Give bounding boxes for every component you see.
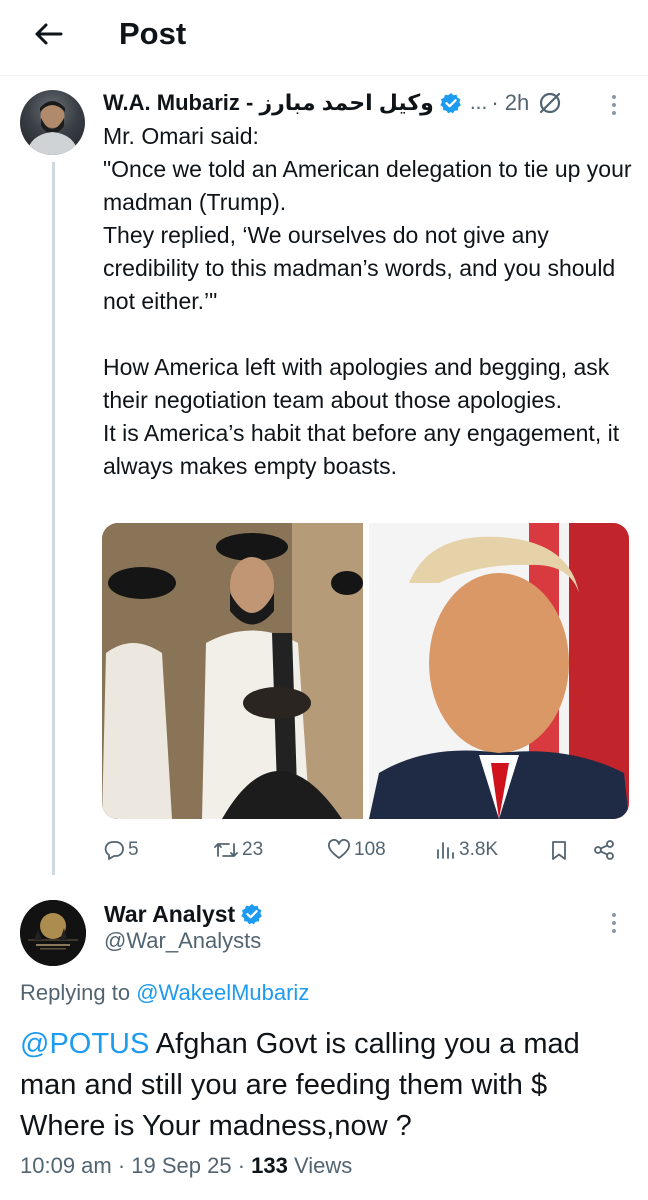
replying-to-label: Replying to: [20, 980, 131, 1005]
reply-count: 5: [128, 839, 139, 860]
top-bar: Post: [0, 0, 648, 76]
avatar[interactable]: [20, 90, 85, 155]
media-photo-portrait[interactable]: [369, 523, 629, 819]
tweet-time[interactable]: · 2h: [491, 90, 529, 116]
tweet-line: Mr. Omari said:: [103, 123, 259, 149]
reply-body: @POTUS Afghan Govt is calling you a mad …: [20, 1024, 630, 1147]
tweet-line: They replied, ‘We ourselves do not give …: [103, 222, 622, 314]
bookmark-icon: [552, 841, 566, 860]
portrait-photo-image: [369, 523, 629, 819]
media-photo-group[interactable]: [102, 523, 363, 819]
mention-link[interactable]: @POTUS: [20, 1028, 149, 1060]
replying-to: Replying to @WakeelMubariz: [20, 980, 309, 1006]
views-button[interactable]: 3.8K: [434, 832, 498, 868]
repost-count: 23: [242, 839, 264, 860]
reply-button[interactable]: 5: [103, 832, 139, 868]
person-portrait-icon: [26, 101, 79, 155]
views-count: 3.8K: [459, 839, 499, 860]
more-options-icon[interactable]: [606, 910, 622, 936]
tweet-line: It is America’s habit that before any en…: [103, 420, 626, 479]
reply-views-label: Views: [294, 1153, 353, 1178]
thread-connector-line: [52, 162, 55, 875]
share-button[interactable]: [592, 832, 616, 868]
like-count: 108: [354, 839, 386, 860]
reply-date[interactable]: 19 Sep 25: [131, 1153, 231, 1178]
bookmark-button[interactable]: [548, 832, 570, 868]
reply-author-handle[interactable]: @War_Analysts: [104, 928, 261, 954]
repost-button[interactable]: 23: [213, 832, 263, 868]
avatar[interactable]: [20, 900, 86, 966]
verified-badge-icon: [241, 904, 263, 925]
reply-time[interactable]: 10:09 am: [20, 1153, 112, 1178]
tweet-action-bar: 5 23 108 3.8K: [103, 832, 623, 868]
tweet-line: "Once we told an American delegation to …: [103, 156, 638, 215]
like-button[interactable]: 108: [327, 832, 386, 868]
reply-bubble-icon: [104, 841, 124, 860]
author-name[interactable]: W.A. Mubariz - وکیل احمد مبارز: [103, 90, 434, 116]
grok-icon[interactable]: [537, 90, 563, 116]
repost-icon: [214, 843, 238, 857]
more-options-icon[interactable]: [606, 92, 622, 118]
tweet-line: How America left with apologies and begg…: [103, 354, 616, 413]
tweet-body: Mr. Omari said: "Once we told an America…: [103, 120, 633, 483]
reply-author-row: War Analyst: [104, 898, 263, 930]
page-title: Post: [119, 16, 187, 51]
tweet-media: [102, 523, 629, 819]
tweet-author-row: W.A. Mubariz - وکیل احمد مبارز ... · 2h: [103, 86, 563, 120]
reply-views-count: 133: [251, 1153, 288, 1178]
group-photo-image: [102, 523, 363, 819]
reply-metadata: 10:09 am · 19 Sep 25 · 133 Views: [20, 1153, 353, 1178]
heart-icon: [328, 839, 350, 859]
arrow-left-icon: [35, 23, 63, 45]
war-analyst-logo-icon: [20, 900, 86, 966]
reply-author-name[interactable]: War Analyst: [104, 901, 235, 928]
back-button[interactable]: [28, 16, 68, 52]
verified-badge-icon: [440, 93, 461, 114]
analytics-bars-icon: [437, 842, 454, 859]
name-truncation-ellipsis: ...: [469, 91, 488, 114]
replying-to-link[interactable]: @WakeelMubariz: [136, 980, 309, 1005]
share-icon: [594, 840, 614, 860]
